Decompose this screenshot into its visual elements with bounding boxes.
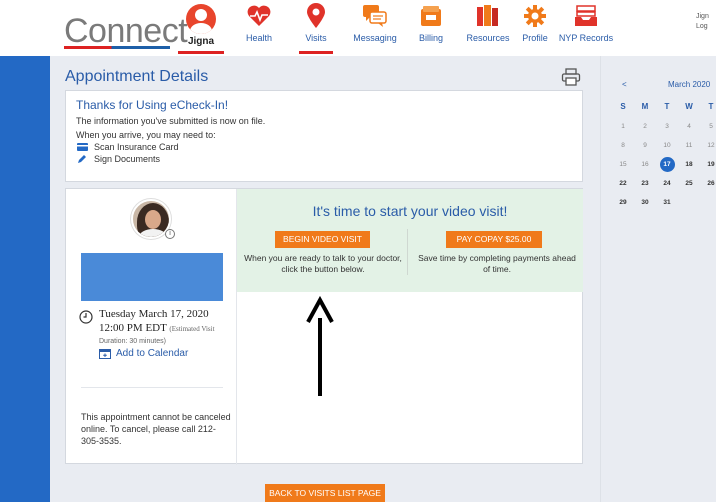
- cancellation-note: This appointment cannot be canceled onli…: [81, 412, 231, 446]
- calendar-month-title: March 2020: [668, 80, 711, 89]
- calendar-day[interactable]: 11: [679, 139, 699, 153]
- user-profile-tab[interactable]: Jigna: [178, 4, 224, 54]
- calendar-day[interactable]: 8: [613, 139, 633, 153]
- top-header: Connect Jigna Health Visits Messaging Bi…: [0, 0, 716, 56]
- divider: [407, 229, 408, 275]
- calendar-add-icon: [99, 348, 111, 359]
- begin-visit-description: When you are ready to talk to your docto…: [244, 253, 402, 274]
- calendar-day[interactable]: 22: [613, 177, 633, 191]
- nav-nyp-records-label: NYP Records: [558, 33, 614, 43]
- pay-copay-button[interactable]: PAY COPAY $25.00: [446, 231, 542, 248]
- divider: [81, 387, 223, 388]
- book-icon: [473, 2, 503, 30]
- time-estimate-note: (Estimated Visit: [169, 325, 215, 333]
- calendar-day[interactable]: 31: [657, 196, 677, 210]
- inbox-tray-icon: [571, 2, 601, 30]
- calendar-week-row: 8 9 10 11 12: [601, 139, 716, 159]
- add-to-calendar-label: Add to Calendar: [116, 348, 189, 359]
- main-content: Appointment Details Thanks for Using eCh…: [50, 56, 600, 502]
- account-name: Jign: [696, 13, 709, 20]
- calendar-weekday-label: W: [685, 102, 693, 111]
- list-item-label: Sign Documents: [94, 154, 161, 164]
- video-visit-panel: It's time to start your video visit! BEG…: [237, 189, 583, 292]
- logo-underline: [64, 46, 170, 49]
- page-title: Appointment Details: [65, 68, 209, 85]
- pen-icon: [76, 154, 88, 164]
- echeckin-confirmation-card: Thanks for Using eCheck-In! The informat…: [65, 90, 583, 182]
- appointment-time-value: 12:00 PM EDT: [99, 322, 167, 334]
- active-indicator: [178, 51, 224, 54]
- id-card-icon: [76, 142, 88, 152]
- left-sidebar-band: [0, 56, 50, 502]
- calendar-week-row: 22 23 24 25 26: [601, 177, 716, 197]
- calendar-day[interactable]: 16: [635, 158, 655, 172]
- video-visit-title: It's time to start your video visit!: [312, 203, 508, 219]
- calendar-day[interactable]: 5: [701, 120, 716, 134]
- calendar-day[interactable]: 3: [657, 120, 677, 134]
- user-avatar-icon: [186, 4, 216, 34]
- gear-icon: [520, 2, 550, 30]
- mini-calendar: < March 2020 S M T W T 1 2 3 4 5 8 9 10 11 12 15 16 17 18 1…: [600, 56, 716, 502]
- calendar-day[interactable]: 15: [613, 158, 633, 172]
- begin-video-visit-button[interactable]: BEGIN VIDEO VISIT: [275, 231, 370, 248]
- chat-bubbles-icon: [360, 2, 390, 30]
- add-to-calendar-link[interactable]: Add to Calendar: [99, 348, 188, 359]
- list-item: Sign Documents: [76, 154, 572, 164]
- calendar-day[interactable]: 1: [613, 120, 633, 134]
- calendar-day[interactable]: 2: [635, 120, 655, 134]
- calendar-week-row: 15 16 17 18 19: [601, 157, 716, 178]
- map-pin-icon: [301, 2, 331, 30]
- calendar-day[interactable]: 10: [657, 139, 677, 153]
- calendar-weekday-label: T: [664, 102, 670, 111]
- confirmation-message: The information you've submitted is now …: [76, 116, 266, 126]
- calendar-week-row: 12345: [601, 120, 716, 140]
- calendar-day[interactable]: 24: [657, 177, 677, 191]
- arrival-instructions: When you arrive, you may need to:: [76, 130, 216, 140]
- appointment-card: i Tuesday March 17, 2020 12:00 PM EDT (E…: [65, 188, 583, 465]
- calendar-day[interactable]: 29: [613, 196, 633, 210]
- calendar-weekday-label: S: [620, 102, 626, 111]
- confirmation-title: Thanks for Using eCheck-In!: [76, 98, 229, 112]
- wallet-icon: [416, 2, 446, 30]
- active-indicator: [299, 51, 333, 54]
- calendar-weekday-row: SMTWT: [601, 100, 716, 120]
- calendar-day[interactable]: 30: [635, 196, 655, 210]
- calendar-day[interactable]: 9: [635, 139, 655, 153]
- info-icon[interactable]: i: [165, 229, 175, 239]
- appointment-time: 12:00 PM EDT (Estimated Visit: [99, 322, 215, 334]
- calendar-day[interactable]: 19: [701, 158, 716, 172]
- clock-icon: [79, 309, 93, 324]
- calendar-prev-button[interactable]: <: [622, 80, 627, 89]
- nav-nyp-records[interactable]: NYP Records: [551, 2, 621, 54]
- calendar-day[interactable]: 26: [701, 177, 716, 191]
- calendar-weekday-label: T: [708, 102, 714, 111]
- list-item: Scan Insurance Card: [76, 142, 572, 152]
- calendar-day[interactable]: 12: [701, 139, 716, 153]
- calendar-day[interactable]: 23: [635, 177, 655, 191]
- app-root: Connect Jigna Health Visits Messaging Bi…: [0, 0, 716, 502]
- account-links[interactable]: Jign Log: [696, 12, 709, 32]
- appointment-duration: Duration: 30 minutes): [99, 338, 166, 345]
- calendar-week-row: 29 30 31: [601, 196, 716, 216]
- appointment-summary: i Tuesday March 17, 2020 12:00 PM EDT (E…: [66, 189, 237, 465]
- heart-pulse-icon: [244, 2, 274, 30]
- calendar-day[interactable]: 17: [657, 157, 677, 172]
- logout-link[interactable]: Log: [696, 22, 709, 32]
- calendar-day[interactable]: 18: [679, 158, 699, 172]
- appointment-date: Tuesday March 17, 2020: [99, 308, 209, 320]
- calendar-day[interactable]: 4: [679, 120, 699, 134]
- user-name: Jigna: [187, 36, 215, 47]
- copay-description: Save time by completing payments ahead o…: [418, 253, 576, 274]
- back-to-visits-button[interactable]: BACK TO VISITS LIST PAGE: [265, 484, 385, 502]
- printer-icon[interactable]: [561, 68, 581, 86]
- provider-info-block: [81, 253, 223, 301]
- calendar-weekday-label: M: [641, 102, 649, 111]
- calendar-day[interactable]: 25: [679, 177, 699, 191]
- list-item-label: Scan Insurance Card: [94, 142, 179, 152]
